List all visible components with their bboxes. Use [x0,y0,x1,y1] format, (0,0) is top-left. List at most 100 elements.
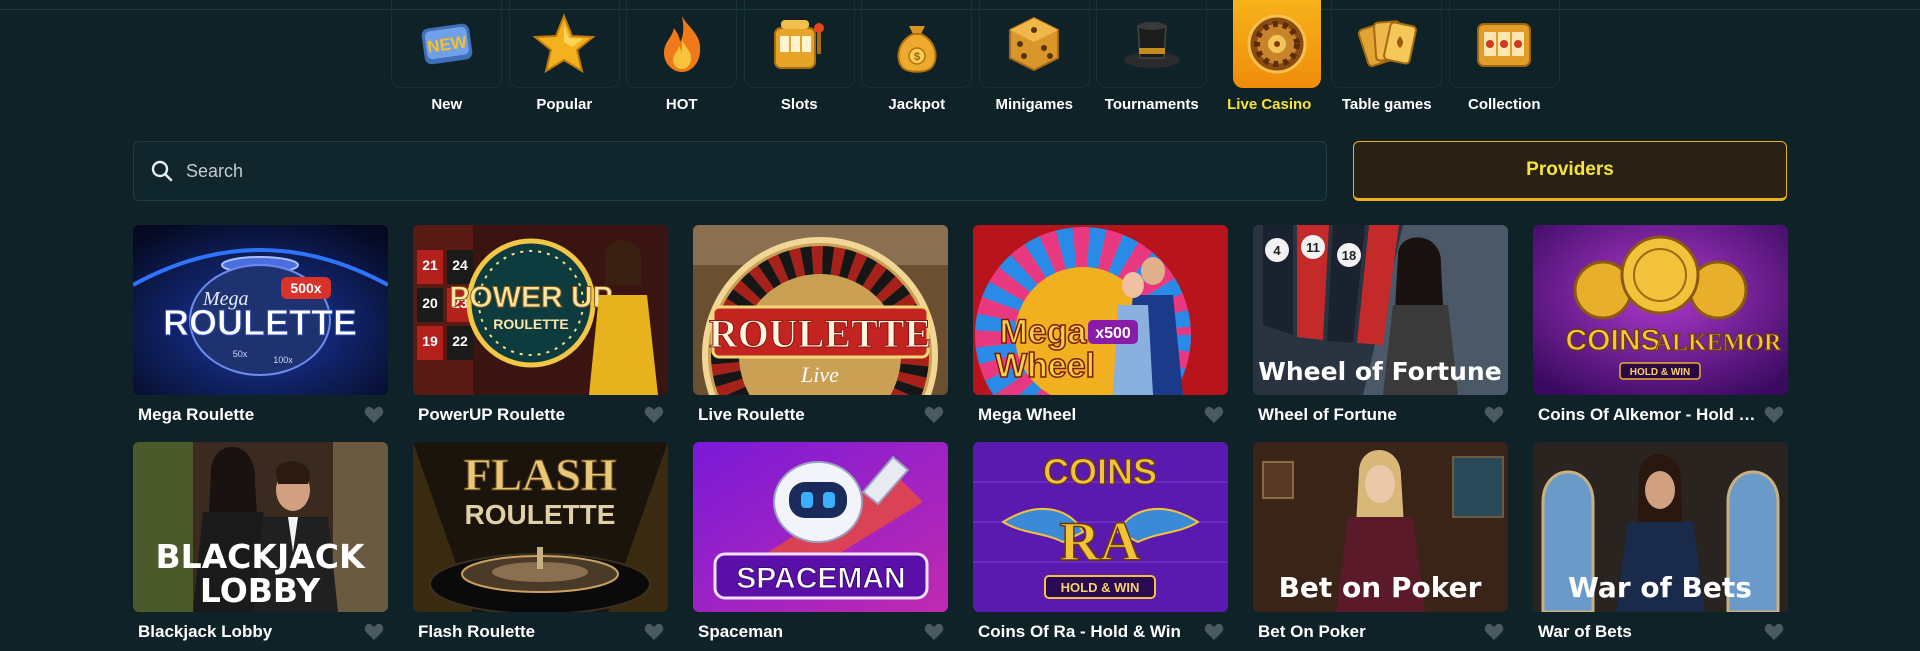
category-tournaments[interactable]: Tournaments [1093,0,1211,125]
game-card-mega-roulette: Mega ROULETTE 500x 50x 100x Mega Roulett… [133,225,388,424]
category-slots[interactable]: Slots [741,0,859,125]
heart-icon[interactable] [364,623,384,641]
category-label: Live Casino [1227,96,1312,113]
art-text: Wheel of Fortune [1258,357,1501,386]
art-text: 21 [422,257,438,273]
game-card-blackjack-lobby: BLACKJACK LOBBY Blackjack Lobby [133,442,388,641]
game-title[interactable]: Mega Roulette [138,405,358,425]
heart-icon[interactable] [1484,406,1504,424]
heart-icon[interactable] [1764,406,1784,424]
game-thumbnail[interactable]: Mega ROULETTE 500x 50x 100x [133,225,388,395]
heart-icon[interactable] [924,406,944,424]
category-jackpot[interactable]: $ Jackpot [858,0,976,125]
art-text: 50x [233,349,248,359]
game-thumbnail[interactable]: BLACKJACK LOBBY [133,442,388,612]
category-table-games[interactable]: Table games [1328,0,1446,125]
category-tile: $ [861,0,972,88]
providers-button[interactable]: Providers [1353,141,1787,201]
category-hot[interactable]: HOT [623,0,741,125]
top-hat-icon [1123,21,1180,68]
art-text: RA [1060,511,1141,573]
game-card-mega-wheel: Mega Wheel x500 Mega Wheel [973,225,1228,424]
game-thumbnail[interactable]: COINS ALKEMOR HOLD & WIN [1533,225,1788,395]
game-title[interactable]: War of Bets [1538,622,1758,642]
live-roulette-art: ROULETTE Live [693,225,948,395]
art-text: 500x [290,280,321,296]
fire-icon [663,15,700,72]
art-text: 19 [422,333,438,349]
game-title[interactable]: Mega Wheel [978,405,1198,425]
game-thumbnail[interactable]: Bet on Poker [1253,442,1508,612]
dice-icon [1009,16,1059,71]
war-of-bets-art: War of Bets [1533,442,1788,612]
game-title[interactable]: PowerUP Roulette [418,405,638,425]
art-text: 100x [273,355,293,365]
game-card-powerup-roulette: 21 24 20 23 19 22 POWER UP ROULETTE Powe… [413,225,668,424]
game-title[interactable]: Blackjack Lobby [138,622,358,642]
art-text: 4 [1273,243,1281,258]
category-tile [1096,0,1207,88]
category-collection[interactable]: Collection [1446,0,1564,125]
category-label: Jackpot [888,96,946,113]
bet-on-poker-art: Bet on Poker [1253,442,1508,612]
art-text: 11 [1306,240,1320,255]
game-title[interactable]: Live Roulette [698,405,918,425]
game-thumbnail[interactable]: ROULETTE Live [693,225,948,395]
game-thumbnail[interactable]: Mega Wheel x500 [973,225,1228,395]
game-title[interactable]: Coins Of Alkemor - Hold & Win [1538,405,1758,425]
art-text: SPACEMAN [736,562,905,595]
heart-icon[interactable] [644,406,664,424]
heart-icon[interactable] [364,406,384,424]
game-thumbnail[interactable]: FLASH ROULETTE [413,442,668,612]
category-live-casino[interactable]: Live Casino [1211,0,1329,125]
art-text: HOLD & WIN [1061,580,1140,595]
casino-lobby-page: NEW New Popular HOT Slots $ Jackpot Mini… [0,0,1920,651]
game-card-war-of-bets: War of Bets War of Bets [1533,442,1788,641]
category-minigames[interactable]: Minigames [976,0,1094,125]
slot-machine-icon [774,19,824,69]
category-label: Slots [780,96,818,113]
art-text: 20 [422,295,438,311]
game-title[interactable]: Coins Of Ra - Hold & Win [978,622,1198,642]
category-tile [1331,0,1442,88]
heart-icon[interactable] [1484,623,1504,641]
game-title[interactable]: Bet On Poker [1258,622,1478,642]
art-text: 22 [452,333,468,349]
game-title[interactable]: Spaceman [698,622,918,642]
heart-icon[interactable] [924,623,944,641]
category-popular[interactable]: Popular [506,0,624,125]
category-label: Tournaments [1104,96,1199,113]
collection-slot-icon [1477,22,1531,67]
coins-of-alkemor-art: COINS ALKEMOR HOLD & WIN [1533,225,1788,395]
powerup-roulette-art: 21 24 20 23 19 22 POWER UP ROULETTE [413,225,668,395]
art-text: COINS [1565,324,1660,357]
blackjack-lobby-art: BLACKJACK LOBBY [133,442,388,612]
art-text: x500 [1095,325,1131,342]
game-card-coins-of-alkemor: COINS ALKEMOR HOLD & WIN Coins Of Alkemo… [1533,225,1788,424]
game-thumbnail[interactable]: SPACEMAN [693,442,948,612]
spaceman-art: SPACEMAN [693,442,948,612]
game-thumbnail[interactable]: 21 24 20 23 19 22 POWER UP ROULETTE [413,225,668,395]
category-label: HOT [665,96,698,113]
heart-icon[interactable] [1764,623,1784,641]
category-tile [1448,0,1560,88]
game-title[interactable]: Flash Roulette [418,622,638,642]
art-text: COINS [1043,451,1157,492]
game-card-bet-on-poker: Bet on Poker Bet On Poker [1253,442,1508,641]
search-box[interactable] [133,141,1327,201]
category-label: Table games [1341,96,1432,113]
heart-icon[interactable] [644,623,664,641]
game-thumbnail[interactable]: 4 11 18 Wheel of Fortune [1253,225,1508,395]
playing-cards-icon [1357,19,1417,67]
category-new[interactable]: NEW New [388,0,506,125]
heart-icon[interactable] [1204,623,1224,641]
money-bag-icon: $ [896,25,937,73]
game-title[interactable]: Wheel of Fortune [1258,405,1478,425]
game-thumbnail[interactable]: COINS RA HOLD & WIN [973,442,1228,612]
heart-icon[interactable] [1204,406,1224,424]
art-text: 18 [1342,248,1356,263]
flash-roulette-art: FLASH ROULETTE [413,442,668,612]
search-input[interactable] [184,159,1326,183]
game-thumbnail[interactable]: War of Bets [1533,442,1788,612]
category-label: Popular [536,96,593,113]
